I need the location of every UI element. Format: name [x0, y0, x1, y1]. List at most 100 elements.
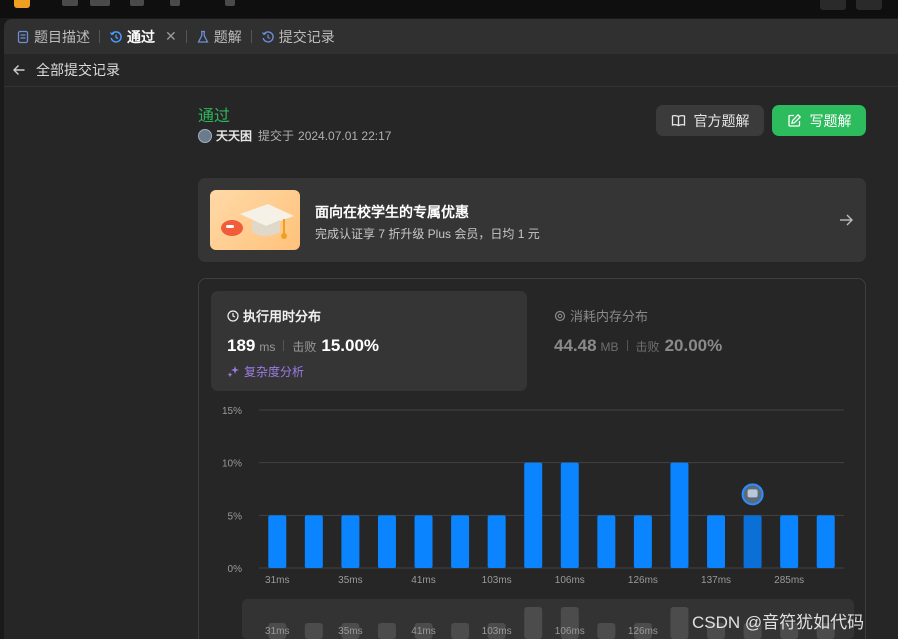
tab-divider: [250, 30, 252, 43]
navigator-bar: [670, 607, 689, 639]
watermark: CSDN @音符犹如代码: [692, 613, 865, 632]
memory-beat-label: 击败: [635, 340, 660, 354]
toolbar-right-button[interactable]: [856, 0, 882, 10]
memory-title: 消耗内存分布: [554, 306, 648, 325]
memory-title-text: 消耗内存分布: [570, 309, 649, 324]
tab-bar: 题目描述 通过 ✕ 题解 提交记录: [4, 19, 898, 54]
runtime-title: 执行用时分布: [227, 306, 321, 325]
bar[interactable]: [377, 515, 396, 568]
student-promo-banner[interactable]: 面向在校学生的专属优惠 完成认证享 7 折升级 Plus 会员，日均 1 元: [198, 178, 866, 262]
bar[interactable]: [597, 515, 616, 568]
navigator-bar: [524, 607, 543, 639]
x-tick-label: 126ms: [628, 575, 658, 586]
bar[interactable]: [304, 515, 323, 568]
complexity-analysis-link[interactable]: 复杂度分析: [227, 363, 304, 380]
runtime-beat-label: 击败: [292, 340, 317, 354]
prev-icon[interactable]: [170, 0, 180, 6]
x-tick-label: 31ms: [265, 575, 289, 586]
x-tick-label: 103ms: [482, 575, 512, 586]
x-tick-label: 285ms: [774, 575, 804, 586]
bar[interactable]: [560, 462, 579, 568]
tab-label: 通过: [127, 28, 155, 45]
navigator-label: 126ms: [628, 626, 658, 637]
promo-subtitle: 完成认证享 7 折升级 Plus 会员，日均 1 元: [315, 227, 540, 241]
arrow-right-icon[interactable]: [838, 212, 854, 228]
clock-icon: [227, 309, 239, 322]
write-solution-button[interactable]: 写题解: [772, 105, 866, 136]
runtime-title-text: 执行用时分布: [243, 309, 322, 324]
x-tick-label: 41ms: [411, 575, 435, 586]
flask-icon: [197, 30, 209, 43]
divider: [626, 340, 628, 351]
tab-label: 提交记录: [278, 28, 335, 45]
button-label: 写题解: [809, 112, 852, 129]
x-tick-label: 35ms: [338, 575, 362, 586]
graduation-cap-icon: [210, 190, 300, 250]
navigator-bar: [451, 623, 470, 639]
navigator-label: 106ms: [555, 626, 585, 637]
memory-line: 44.48 MB 击败 20.00%: [554, 336, 726, 356]
submitted-time: 2024.07.01 22:17: [298, 128, 392, 143]
memory-value: 44.48: [554, 336, 597, 355]
runtime-unit: ms: [259, 340, 276, 354]
back-to-submissions[interactable]: 全部提交记录: [4, 54, 898, 87]
bar[interactable]: [487, 515, 506, 568]
toolbar-item[interactable]: [130, 0, 144, 6]
x-tick-label: 137ms: [701, 575, 731, 586]
toolbar-item[interactable]: [90, 0, 110, 6]
tab-label: 题解: [213, 28, 242, 45]
navigator-label: 103ms: [482, 626, 512, 637]
tab-description[interactable]: 题目描述: [14, 19, 92, 54]
y-tick-label: 15%: [222, 406, 242, 417]
navigator-label: 35ms: [338, 626, 362, 637]
tab-divider: [185, 30, 187, 43]
close-icon[interactable]: ✕: [165, 28, 177, 45]
tab-label: 题目描述: [34, 28, 90, 45]
y-tick-label: 0%: [228, 564, 243, 575]
tab-accepted[interactable]: 通过 ✕: [107, 19, 179, 54]
button-label: 官方题解: [693, 112, 750, 129]
official-solution-button[interactable]: 官方题解: [656, 105, 764, 136]
runtime-beat: 15.00%: [321, 336, 380, 355]
bar[interactable]: [414, 515, 433, 568]
toolbar-right-button[interactable]: [820, 0, 846, 10]
bar[interactable]: [268, 515, 287, 568]
navigator-label: 31ms: [265, 626, 289, 637]
runtime-stat-tab[interactable]: 执行用时分布 189 ms 击败 15.00% 复杂度分析: [211, 291, 527, 391]
bar[interactable]: [670, 462, 689, 568]
bar-current-submission[interactable]: [743, 515, 762, 568]
tab-solutions[interactable]: 题解: [194, 19, 244, 54]
performance-card: 0% 5% 10% 15% 31ms 35ms 41ms 103ms 106ms 126ms 137…: [198, 278, 866, 639]
description-icon: [17, 30, 29, 43]
memory-beat: 20.00%: [664, 336, 723, 355]
runtime-line: 189 ms 击败 15.00%: [227, 336, 383, 356]
runtime-value: 189: [227, 336, 256, 355]
bar[interactable]: [524, 462, 543, 568]
bar[interactable]: [633, 515, 652, 568]
next-icon[interactable]: [225, 0, 235, 6]
navigator-bar: [597, 623, 616, 639]
bar[interactable]: [780, 515, 799, 568]
x-tick-label: 106ms: [555, 575, 585, 586]
navigator-bar: [377, 623, 396, 639]
menu-icon[interactable]: [62, 0, 78, 6]
bar[interactable]: [707, 515, 726, 568]
top-strip: [0, 0, 898, 18]
memory-stat-tab[interactable]: 消耗内存分布 44.48 MB 击败 20.00%: [554, 291, 854, 391]
bar[interactable]: [451, 515, 470, 568]
submission-meta: 天天困 提交于 2024.07.01 22:17: [198, 127, 391, 144]
bar[interactable]: [816, 515, 835, 568]
divider: [283, 340, 285, 351]
history-icon: [109, 30, 122, 43]
tab-submissions[interactable]: 提交记录: [259, 19, 337, 54]
promo-title: 面向在校学生的专属优惠: [315, 204, 469, 220]
submission-status: 通过: [198, 108, 231, 125]
avatar[interactable]: [198, 128, 212, 143]
sparkle-icon: [227, 366, 239, 378]
navigator-label: 41ms: [411, 626, 435, 637]
memory-unit: MB: [600, 340, 619, 354]
tab-divider: [99, 30, 100, 43]
bar[interactable]: [341, 515, 360, 568]
username[interactable]: 天天困: [216, 127, 252, 144]
edit-icon: [787, 113, 801, 127]
